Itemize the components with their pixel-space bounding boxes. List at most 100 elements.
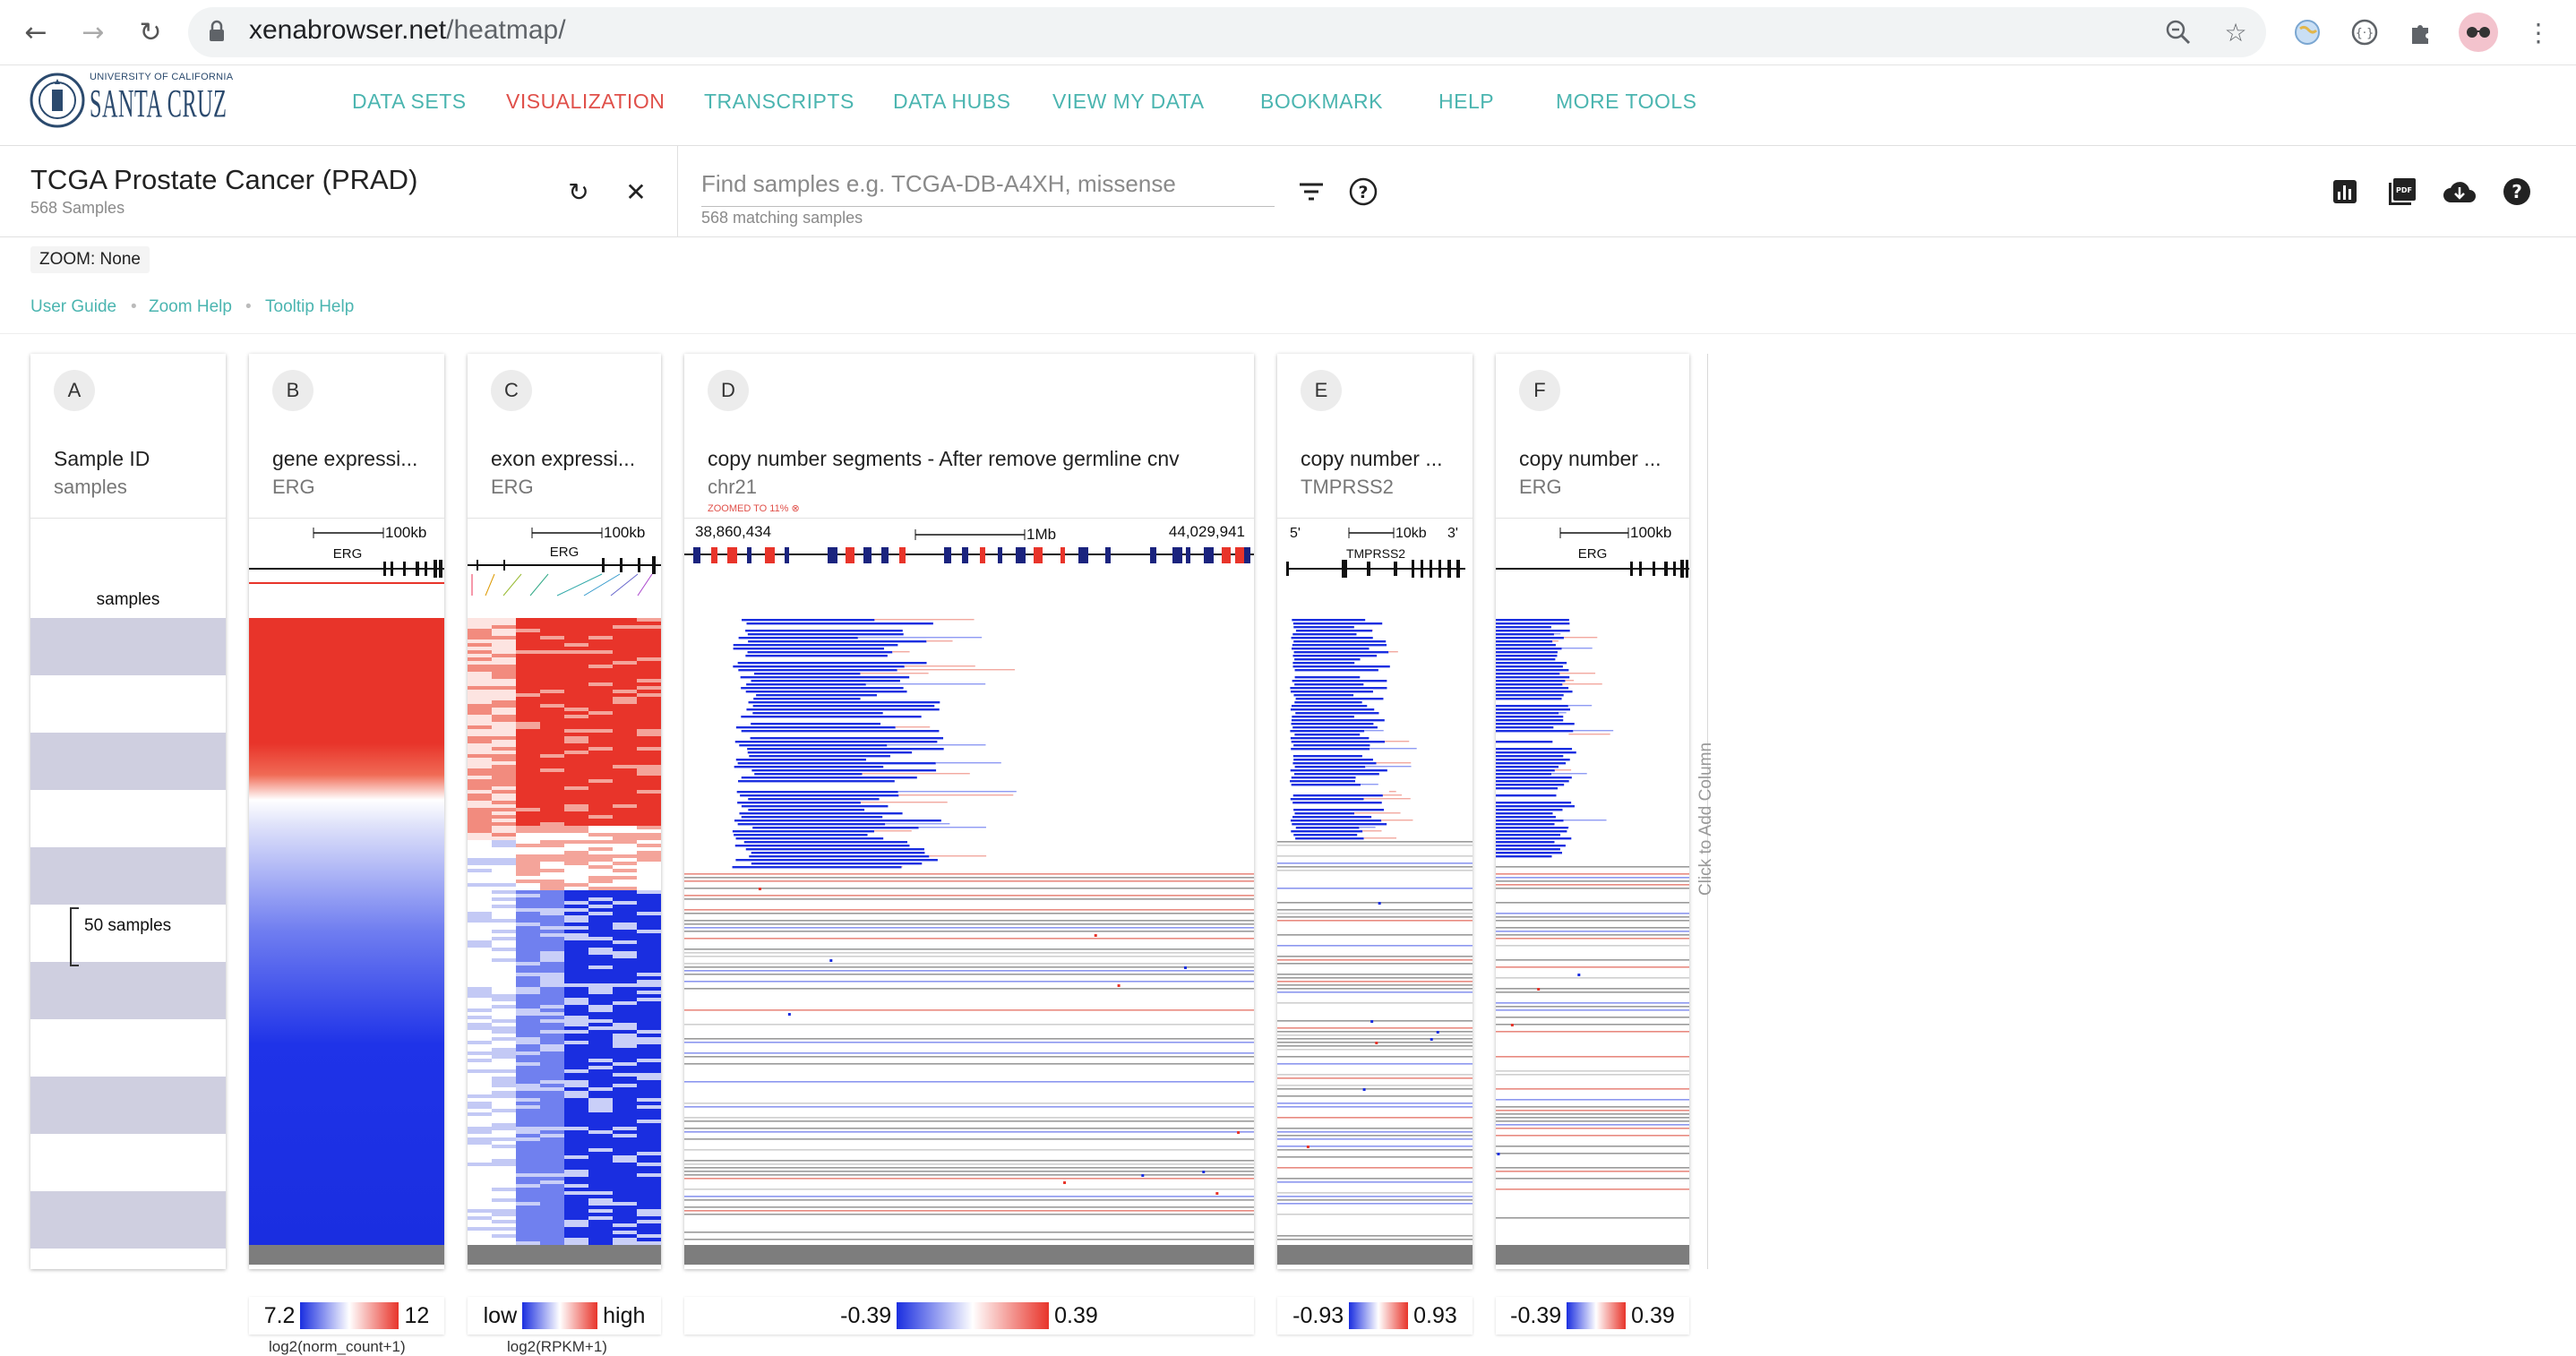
menu-icon[interactable]: ⋮ xyxy=(2520,14,2556,50)
back-icon[interactable]: ← xyxy=(16,13,56,52)
heatmap-cell xyxy=(468,1062,492,1066)
heatmap-cell xyxy=(637,1105,661,1109)
sample-search-input[interactable] xyxy=(701,161,1275,207)
column-c[interactable]: C exon expressi... ERG 100kb ERG xyxy=(468,354,661,1269)
heatmap-cell xyxy=(613,897,637,901)
heatmap-cell xyxy=(564,758,588,761)
column-letter[interactable]: E xyxy=(1301,370,1342,411)
heatmap-cell xyxy=(468,966,492,969)
copy-number-erg[interactable] xyxy=(1496,618,1689,1245)
gene-model-erg[interactable]: 100kb ERG xyxy=(249,524,444,614)
column-f[interactable]: F copy number ... ERG 100kb ERG xyxy=(1496,354,1689,1269)
profile-avatar-icon[interactable] xyxy=(2459,13,2498,52)
nav-visualization[interactable]: VISUALIZATION xyxy=(506,90,665,114)
heatmap-cell xyxy=(564,1145,588,1148)
heatmap-cell xyxy=(564,833,588,837)
zoom-icon[interactable] xyxy=(2160,14,2196,50)
lock-icon[interactable] xyxy=(208,20,226,43)
forward-icon[interactable]: → xyxy=(73,13,113,52)
close-icon[interactable]: ✕ xyxy=(618,174,654,210)
url-text[interactable]: xenabrowser.net/heatmap/ xyxy=(249,15,566,46)
chart-icon[interactable] xyxy=(2327,174,2363,210)
heatmap-cell xyxy=(540,704,564,708)
pdf-icon[interactable]: PDF xyxy=(2384,174,2420,210)
nav-help[interactable]: HELP xyxy=(1438,90,1494,114)
heatmap-cell xyxy=(516,1188,540,1191)
heatmap-cell xyxy=(637,829,661,833)
column-letter[interactable]: F xyxy=(1519,370,1560,411)
heatmap-cell xyxy=(540,1116,564,1120)
heatmap-cell xyxy=(564,686,588,690)
legend-max: 0.39 xyxy=(1631,1303,1675,1329)
cnv-segment xyxy=(1277,1203,1473,1205)
help-circle-icon[interactable]: ? xyxy=(1345,174,1381,210)
column-title[interactable]: gene expressi... xyxy=(272,447,434,471)
zoom-close-icon[interactable]: ⊗ xyxy=(792,503,800,514)
gene-model-tmprss2[interactable]: 5' 3' 10kb TMPRSS2 xyxy=(1277,524,1473,614)
reload-icon[interactable]: ↻ xyxy=(131,13,170,52)
heatmap-cell xyxy=(468,872,492,876)
filter-icon[interactable] xyxy=(1293,174,1329,210)
nav-data-hubs[interactable]: DATA HUBS xyxy=(893,90,1010,114)
heatmap-cell xyxy=(564,865,588,869)
add-column-label[interactable]: Click to Add Column xyxy=(1696,742,1716,896)
ucsc-seal-icon[interactable] xyxy=(29,72,86,129)
user-guide-link[interactable]: User Guide xyxy=(30,297,116,317)
nav-transcripts[interactable]: TRANSCRIPTS xyxy=(704,90,854,114)
column-letter[interactable]: D xyxy=(708,370,749,411)
heatmap-cell xyxy=(637,844,661,847)
exon-model-erg[interactable]: 100kb ERG xyxy=(468,524,661,614)
chromosome-gene-tick xyxy=(693,547,700,563)
gene-model-erg[interactable]: 100kb ERG xyxy=(1496,524,1689,614)
heatmap-cell xyxy=(516,983,540,987)
tooltip-help-link[interactable]: Tooltip Help xyxy=(265,297,354,317)
nav-bookmark[interactable]: BOOKMARK xyxy=(1260,90,1383,114)
heatmap-cell xyxy=(613,736,637,740)
refresh-icon[interactable]: ↻ xyxy=(561,174,597,210)
column-title[interactable]: Sample ID xyxy=(54,447,150,471)
nav-view-my-data[interactable]: VIEW MY DATA xyxy=(1052,90,1205,114)
column-letter[interactable]: B xyxy=(272,370,313,411)
column-b[interactable]: B gene expressi... ERG 100kb ERG xyxy=(249,354,444,1269)
cnv-segment xyxy=(748,751,912,753)
heatmap-cell xyxy=(492,1034,516,1037)
heatmap-cell xyxy=(588,1034,613,1037)
download-cloud-icon[interactable] xyxy=(2442,174,2477,210)
heatmap-cell xyxy=(637,912,661,915)
heatmap-cell xyxy=(613,1206,637,1209)
zoom-help-link[interactable]: Zoom Help xyxy=(149,297,232,317)
cohort-title[interactable]: TCGA Prostate Cancer (PRAD) xyxy=(30,164,417,196)
copy-number-segments[interactable] xyxy=(684,618,1254,1245)
heatmap-cell xyxy=(588,894,613,897)
heatmap-cell xyxy=(468,880,492,883)
column-title[interactable]: copy number segments - After remove germ… xyxy=(708,447,1245,471)
column-a[interactable]: A Sample ID samples samples 50 samples xyxy=(30,354,226,1269)
extension-globe-icon[interactable] xyxy=(2289,14,2325,50)
column-d[interactable]: D copy number segments - After remove ge… xyxy=(684,354,1254,1269)
heatmap-cell xyxy=(588,815,613,819)
column-e[interactable]: E copy number ... TMPRSS2 5' 3' 10kb TMP… xyxy=(1277,354,1473,1269)
heatmap-cell xyxy=(540,858,564,862)
column-title[interactable]: copy number ... xyxy=(1301,447,1462,471)
nav-more-tools[interactable]: MORE TOOLS xyxy=(1556,90,1697,114)
exon-heatmap[interactable] xyxy=(468,618,661,1245)
column-title[interactable]: copy number ... xyxy=(1519,447,1680,471)
extension-icon[interactable]: {·} xyxy=(2347,14,2383,50)
heatmap-cell xyxy=(492,729,516,733)
heatmap-cell xyxy=(516,690,540,693)
chromosome-axis[interactable]: 38,860,434 44,029,941 1Mb xyxy=(684,524,1254,614)
nav-data-sets[interactable]: DATA SETS xyxy=(352,90,467,114)
column-letter[interactable]: A xyxy=(54,370,95,411)
help-icon[interactable]: ? xyxy=(2499,174,2535,210)
column-letter[interactable]: C xyxy=(491,370,532,411)
three-prime-label: 3' xyxy=(1447,526,1458,541)
column-title[interactable]: exon expressi... xyxy=(491,447,652,471)
heatmap-cell xyxy=(540,919,564,923)
expression-heatmap[interactable] xyxy=(249,618,444,1245)
heatmap-cell xyxy=(613,894,637,897)
star-icon[interactable]: ☆ xyxy=(2218,14,2254,50)
puzzle-icon[interactable] xyxy=(2403,14,2439,50)
heatmap-cell xyxy=(564,819,588,822)
copy-number-tmprss2[interactable] xyxy=(1277,618,1473,1245)
chromosome-gene-tick xyxy=(765,547,775,563)
